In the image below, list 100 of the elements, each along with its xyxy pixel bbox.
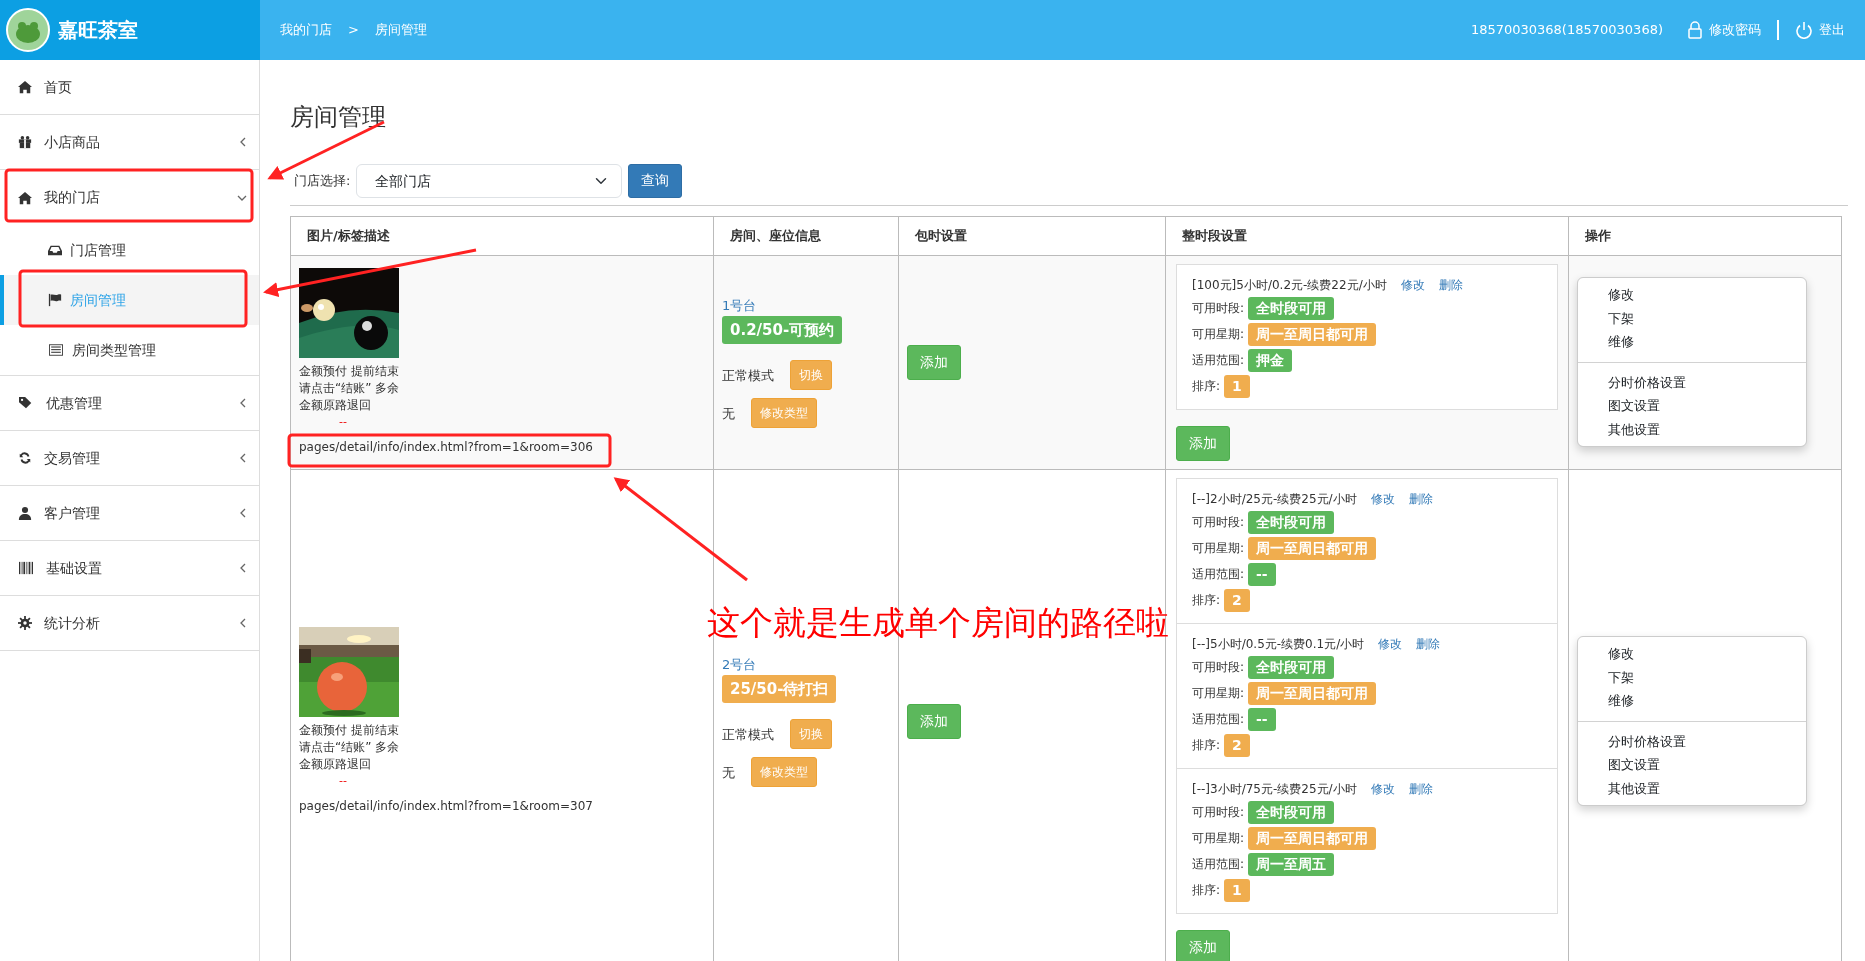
field-tag: 1 xyxy=(1224,374,1250,398)
dash-mark: -- xyxy=(338,413,348,430)
flag-icon xyxy=(48,293,62,307)
sidebar-item[interactable]: 小店商品 xyxy=(0,115,259,170)
gift-icon xyxy=(18,135,32,149)
menu-item[interactable]: 修改 xyxy=(1578,642,1806,666)
field-label: 可用星期: xyxy=(1192,685,1245,703)
list-icon xyxy=(48,343,64,357)
field-tag: 1 xyxy=(1224,878,1250,902)
chevron-down-icon xyxy=(237,193,247,202)
sidebar-subitem[interactable]: 房间类型管理 xyxy=(0,325,259,375)
menu-item[interactable]: 下架 xyxy=(1578,665,1806,690)
user-icon xyxy=(18,506,32,520)
field-label: 适用范围: xyxy=(1192,856,1245,874)
room-name[interactable]: 1号台 xyxy=(722,296,890,316)
room-description: 金额预付 提前结束请点击“结账” 多余金额原路退回 xyxy=(299,362,401,414)
field-label: 排序: xyxy=(1192,882,1221,900)
gear-icon xyxy=(18,616,32,630)
lock-icon xyxy=(1687,21,1703,39)
field-label: 可用时段: xyxy=(1192,659,1245,677)
room-path: pages/detail/info/index.html?from=1&room=306 xyxy=(299,439,593,457)
store-select[interactable]: 全部门店 xyxy=(356,163,623,198)
chevron-left-icon xyxy=(239,508,247,518)
edit-link[interactable]: 修改 xyxy=(1400,275,1425,294)
menu-item[interactable]: 分时价格设置 xyxy=(1578,370,1806,395)
sidebar-item[interactable]: 我的门店 xyxy=(0,170,259,225)
field-label: 可用星期: xyxy=(1192,540,1245,558)
field-label: 排序: xyxy=(1192,378,1221,396)
chevron-left-icon xyxy=(239,398,247,408)
edit-link[interactable]: 修改 xyxy=(1370,489,1395,508)
field-tag: -- xyxy=(1248,707,1276,731)
dash-mark: -- xyxy=(338,772,348,789)
field-tag: 周一至周日都可用 xyxy=(1248,681,1377,705)
field-tag: 全时段可用 xyxy=(1248,655,1335,679)
delete-link[interactable]: 删除 xyxy=(1416,634,1441,653)
menu-item[interactable]: 其他设置 xyxy=(1578,776,1806,801)
field-tag: 周一至周日都可用 xyxy=(1248,322,1377,346)
column-header: 操作 xyxy=(1568,216,1842,256)
field-tag: 全时段可用 xyxy=(1248,296,1335,320)
barcode-icon xyxy=(18,561,34,575)
page-title: 房间管理 xyxy=(290,103,387,132)
edit-link[interactable]: 修改 xyxy=(1378,634,1403,653)
period-title: [--]5小时/0.5元-续费0.1元/小时 xyxy=(1192,635,1365,653)
field-label: 可用星期: xyxy=(1192,830,1245,848)
chevron-left-icon xyxy=(239,563,247,573)
menu-item[interactable]: 图文设置 xyxy=(1578,753,1806,777)
sidebar-item[interactable]: 首页 xyxy=(0,60,259,115)
room-mode: 正常模式 xyxy=(722,725,774,744)
room-type: 无 xyxy=(722,404,735,423)
field-label: 可用时段: xyxy=(1192,804,1245,822)
field-tag: 周一至周日都可用 xyxy=(1248,826,1377,850)
sidebar-item[interactable]: 客户管理 xyxy=(0,486,259,541)
menu-item[interactable]: 图文设置 xyxy=(1578,394,1806,418)
home-icon xyxy=(18,80,32,94)
annotation-text: 这个就是生成单个房间的路径啦 xyxy=(707,602,1169,644)
chevron-left-icon xyxy=(239,137,247,147)
chevron-left-icon xyxy=(239,618,247,628)
menu-item[interactable]: 维修 xyxy=(1578,330,1806,354)
room-status: 0.2/50-可预约 xyxy=(722,315,843,345)
sidebar-item[interactable]: 交易管理 xyxy=(0,431,259,486)
menu-item[interactable]: 修改 xyxy=(1578,283,1806,307)
column-header: 图片/标签描述 xyxy=(290,216,714,256)
field-tag: 全时段可用 xyxy=(1248,510,1335,534)
field-tag: 全时段可用 xyxy=(1248,800,1335,824)
period-title: [100元]5小时/0.2元-续费22元/小时 xyxy=(1192,276,1387,294)
field-tag: 2 xyxy=(1224,733,1250,757)
column-header: 房间、座位信息 xyxy=(713,216,899,256)
field-label: 适用范围: xyxy=(1192,711,1245,729)
period-title: [--]2小时/25元-续费25元/小时 xyxy=(1192,490,1357,508)
power-icon xyxy=(1795,21,1813,39)
column-header: 包时设置 xyxy=(898,216,1166,256)
edit-link[interactable]: 修改 xyxy=(1370,779,1395,798)
logo-icon xyxy=(6,8,50,52)
inbox-icon xyxy=(48,243,62,257)
room-mode: 正常模式 xyxy=(722,366,774,385)
menu-item[interactable]: 维修 xyxy=(1578,689,1806,713)
field-tag: 周一至周五 xyxy=(1248,852,1335,876)
room-path: pages/detail/info/index.html?from=1&room=307 xyxy=(299,798,593,816)
field-label: 排序: xyxy=(1192,592,1221,610)
menu-item[interactable]: 其他设置 xyxy=(1578,417,1806,442)
sidebar-subitem[interactable]: 门店管理 xyxy=(0,225,259,275)
delete-link[interactable]: 删除 xyxy=(1408,489,1433,508)
filter-label: 门店选择: xyxy=(294,172,351,191)
field-tag: 押金 xyxy=(1248,348,1293,372)
refresh-icon xyxy=(18,451,32,465)
delete-link[interactable]: 删除 xyxy=(1438,275,1463,294)
sidebar-item[interactable]: 统计分析 xyxy=(0,596,259,651)
tags-icon xyxy=(18,396,34,410)
field-label: 可用星期: xyxy=(1192,326,1245,344)
sidebar-item[interactable]: 基础设置 xyxy=(0,541,259,596)
field-tag: -- xyxy=(1248,562,1276,586)
room-name[interactable]: 2号台 xyxy=(722,655,890,675)
room-description: 金额预付 提前结束请点击“结账” 多余金额原路退回 xyxy=(299,721,401,773)
user-account: 18570030368(18570030368) xyxy=(1470,21,1663,40)
field-label: 可用时段: xyxy=(1192,300,1245,318)
delete-link[interactable]: 删除 xyxy=(1408,779,1433,798)
sidebar-item[interactable]: 优惠管理 xyxy=(0,376,259,431)
menu-item[interactable]: 下架 xyxy=(1578,306,1806,331)
menu-item[interactable]: 分时价格设置 xyxy=(1578,729,1806,754)
query-button[interactable]: 查询 xyxy=(628,163,683,198)
